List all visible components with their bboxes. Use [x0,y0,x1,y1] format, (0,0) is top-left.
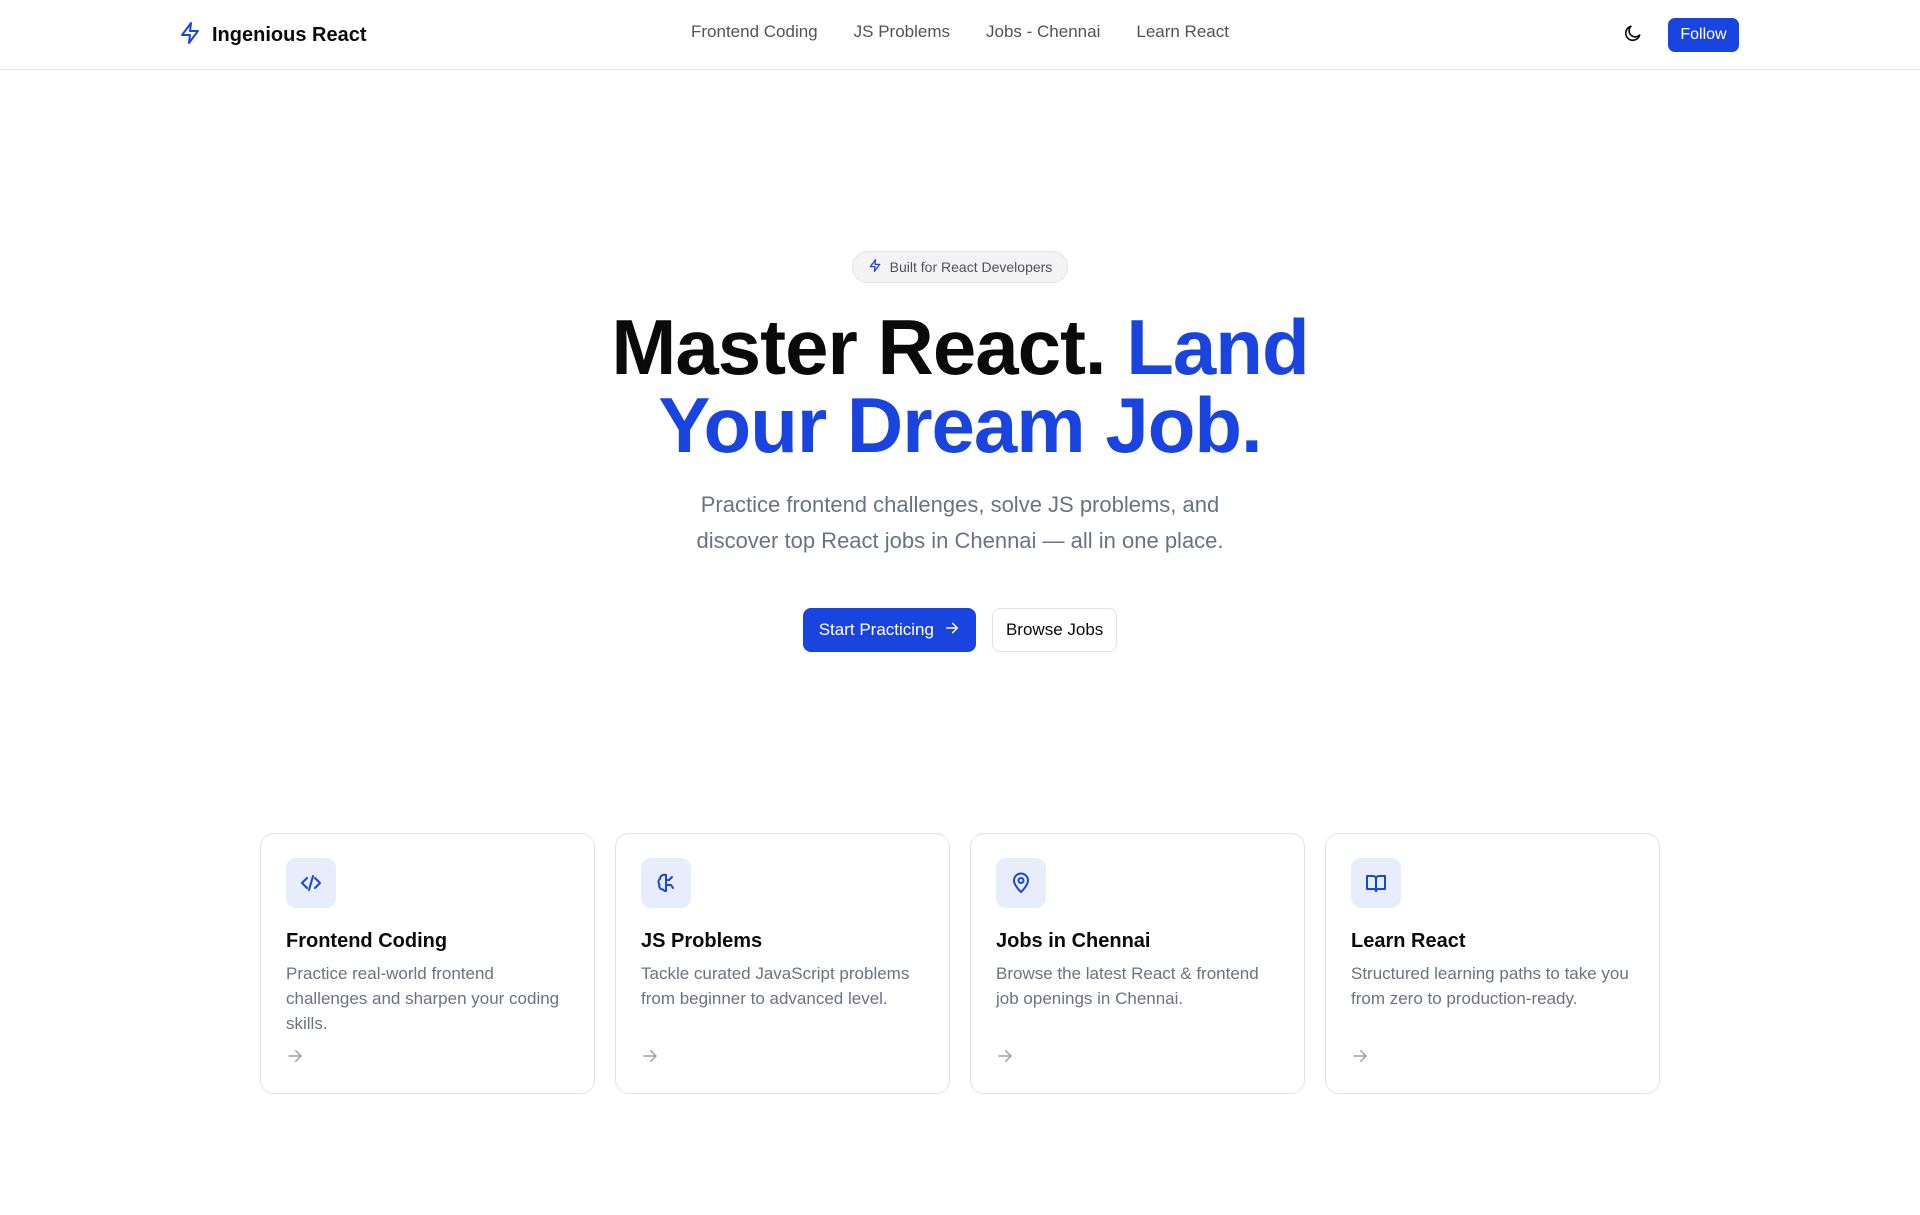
arrow-right-icon [944,620,960,641]
map-pin-icon [996,858,1046,908]
nav-link-learn-react[interactable]: Learn React [1136,22,1229,42]
code-icon [286,858,336,908]
card-title: Frontend Coding [286,930,448,952]
card-title: Learn React [1351,930,1466,952]
browse-jobs-button[interactable]: Browse Jobs [991,608,1118,652]
card-description: Structured learning paths to take you fr… [1351,964,1629,1008]
hero-subtitle-line2: discover top React jobs in Chennai — all… [696,528,1224,553]
arrow-right-icon [641,1047,661,1067]
hero-title-part1: Master React. [611,303,1106,391]
hero-title: Master React. Land Your Dream Job. [0,308,1920,464]
feature-cards: Frontend Coding Practice real-world fron… [260,833,1660,1094]
card-description: Tackle curated JavaScript problems from … [641,964,910,1008]
nav-link-frontend-coding[interactable]: Frontend Coding [691,22,818,42]
card-jobs-chennai[interactable]: Jobs in Chennai Browse the latest React … [970,833,1305,1094]
moon-icon [1623,23,1643,48]
card-js-problems[interactable]: JS Problems Tackle curated JavaScript pr… [615,833,950,1094]
lightning-icon [178,20,202,51]
hero-badge-label: Built for React Developers [889,259,1053,275]
start-practicing-button[interactable]: Start Practicing [802,608,976,652]
top-navbar: Ingenious React Frontend Coding JS Probl… [0,0,1920,70]
card-description: Browse the latest React & frontend job o… [996,964,1259,1008]
hero-subtitle-line1: Practice frontend challenges, solve JS p… [700,492,1220,517]
card-description: Practice real-world frontend challenges … [286,964,560,1033]
brain-icon [641,858,691,908]
follow-button[interactable]: Follow [1668,18,1739,52]
lightning-icon [868,258,882,276]
card-learn-react[interactable]: Learn React Structured learning paths to… [1325,833,1660,1094]
hero-actions: Start Practicing Browse Jobs [0,608,1920,652]
card-frontend-coding[interactable]: Frontend Coding Practice real-world fron… [260,833,595,1094]
brand-name: Ingenious React [212,23,367,46]
hero-badge-row: Built for React Developers [0,251,1920,283]
hero-title-part3: Your Dream Job. [658,381,1262,469]
arrow-right-icon [286,1047,306,1067]
hero-title-part2: Land [1126,303,1309,391]
theme-toggle-button[interactable] [1620,22,1646,48]
nav-link-js-problems[interactable]: JS Problems [854,22,950,42]
nav-link-jobs-chennai[interactable]: Jobs - Chennai [986,22,1100,42]
brand-logo-link[interactable]: Ingenious React [178,20,366,50]
card-title: JS Problems [641,930,763,952]
hero-subtitle: Practice frontend challenges, solve JS p… [0,487,1920,559]
book-icon [1351,858,1401,908]
hero-badge: Built for React Developers [851,251,1069,283]
card-title: Jobs in Chennai [996,930,1151,952]
start-practicing-label: Start Practicing [818,620,934,639]
arrow-right-icon [996,1047,1016,1067]
arrow-right-icon [1351,1047,1371,1067]
